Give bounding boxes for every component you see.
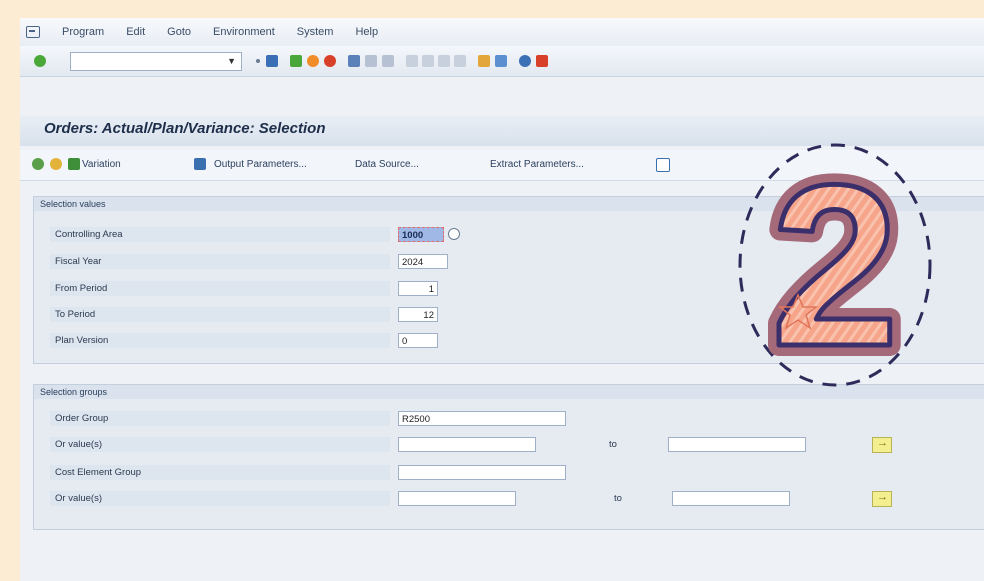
fiscal-year-label: Fiscal Year — [50, 254, 390, 269]
fiscal-year-field[interactable]: 2024 — [398, 254, 448, 269]
menu-bar: Program Edit Goto Environment System Hel… — [20, 18, 984, 46]
next-page-icon[interactable] — [438, 55, 450, 67]
save-icon[interactable] — [266, 55, 278, 67]
shortcut-icon[interactable] — [495, 55, 507, 67]
menu-help[interactable]: Help — [355, 26, 378, 38]
step-number-badge: 2 2 — [738, 135, 932, 395]
to-period-field[interactable]: 12 — [398, 307, 438, 322]
new-session-icon[interactable] — [478, 55, 490, 67]
menu-environment[interactable]: Environment — [213, 26, 275, 38]
cost-element-to-value-field[interactable] — [672, 491, 790, 506]
menu-system[interactable]: System — [297, 26, 334, 38]
separator-icon — [256, 59, 260, 63]
cost-element-to-label: to — [614, 493, 622, 504]
sap-menu-icon[interactable] — [26, 26, 40, 38]
order-or-values-label: Or value(s) — [50, 437, 390, 452]
command-field[interactable]: ▼ — [70, 52, 242, 71]
find-icon[interactable] — [365, 55, 377, 67]
execute-icon[interactable] — [32, 158, 44, 170]
menu-program[interactable]: Program — [62, 26, 104, 38]
chevron-down-icon[interactable]: ▼ — [227, 56, 236, 66]
order-to-label: to — [609, 439, 617, 450]
info-icon[interactable] — [656, 158, 670, 172]
back-icon[interactable] — [290, 55, 302, 67]
customize-layout-icon[interactable] — [536, 55, 548, 67]
exit-icon[interactable] — [307, 55, 319, 67]
to-period-label: To Period — [50, 307, 390, 322]
order-group-label: Order Group — [50, 411, 390, 426]
menu-goto[interactable]: Goto — [167, 26, 191, 38]
cost-element-or-values-label: Or value(s) — [50, 491, 390, 506]
standard-toolbar: ▼ — [20, 46, 984, 77]
data-source-button[interactable]: Data Source... — [355, 159, 419, 170]
variation-icon — [68, 158, 80, 170]
cost-element-group-label: Cost Element Group — [50, 465, 390, 480]
variation-button[interactable]: Variation — [82, 159, 121, 170]
print-icon[interactable] — [348, 55, 360, 67]
previous-page-icon[interactable] — [422, 55, 434, 67]
page-title: Orders: Actual/Plan/Variance: Selection — [44, 120, 326, 137]
controlling-area-field[interactable]: 1000 — [398, 227, 444, 242]
last-page-icon[interactable] — [454, 55, 466, 67]
cost-element-from-value-field[interactable] — [398, 491, 516, 506]
order-from-value-field[interactable] — [398, 437, 536, 452]
selection-groups-section: Selection groups Order Group R2500 Or va… — [33, 384, 984, 530]
value-help-icon[interactable] — [448, 228, 460, 240]
order-multiple-selection-button[interactable] — [872, 437, 892, 453]
from-period-field[interactable]: 1 — [398, 281, 438, 296]
extract-parameters-button[interactable]: Extract Parameters... — [490, 159, 584, 170]
from-period-label: From Period — [50, 281, 390, 296]
cost-element-multiple-selection-button[interactable] — [872, 491, 892, 507]
plan-version-field[interactable]: 0 — [398, 333, 438, 348]
output-parameters-button[interactable]: Output Parameters... — [214, 159, 307, 170]
order-to-value-field[interactable] — [668, 437, 806, 452]
plan-version-label: Plan Version — [50, 333, 390, 348]
order-group-field[interactable]: R2500 — [398, 411, 566, 426]
cost-element-group-field[interactable] — [398, 465, 566, 480]
controlling-area-label: Controlling Area — [50, 227, 390, 242]
badge-number: 2 — [771, 137, 899, 394]
menu-edit[interactable]: Edit — [126, 26, 145, 38]
output-parameters-icon — [194, 158, 206, 170]
first-page-icon[interactable] — [406, 55, 418, 67]
cancel-icon[interactable] — [324, 55, 336, 67]
enter-icon[interactable] — [34, 55, 46, 67]
help-icon[interactable] — [519, 55, 531, 67]
get-variant-icon[interactable] — [50, 158, 62, 170]
find-next-icon[interactable] — [382, 55, 394, 67]
